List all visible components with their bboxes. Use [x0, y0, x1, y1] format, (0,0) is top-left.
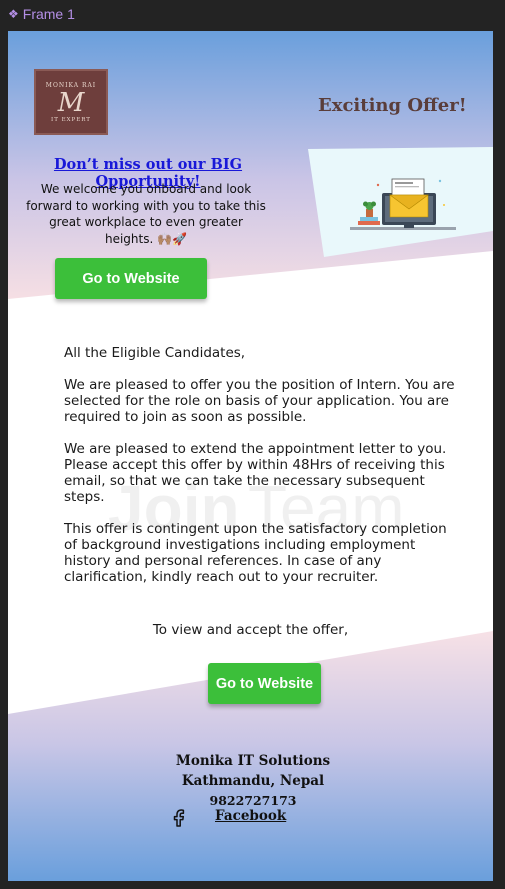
- company-logo: MONIKA RAI M IT EXPERT: [34, 69, 108, 135]
- logo-monogram: M: [57, 87, 85, 118]
- go-to-website-button-top[interactable]: Go to Website: [55, 258, 207, 299]
- email-frame: MONIKA RAI M IT EXPERT Exciting Offer! D…: [8, 31, 493, 881]
- footer-company-name: Monika IT Solutions: [175, 753, 331, 769]
- frame-label[interactable]: ❖ Frame 1: [8, 5, 75, 23]
- salutation: All the Eligible Candidates,: [64, 345, 246, 361]
- facebook-link[interactable]: Facebook: [215, 808, 286, 824]
- letter-paragraph-1: We are pleased to offer you the position…: [64, 377, 455, 425]
- component-diamond-icon: ❖: [8, 7, 19, 21]
- facebook-icon[interactable]: [171, 809, 187, 827]
- headline: Exciting Offer!: [318, 95, 467, 116]
- facebook-row[interactable]: Facebook: [171, 807, 291, 829]
- offer-letter-body: All the Eligible Candidates, We are plea…: [64, 345, 464, 601]
- newsletter-laptop-illustration: [350, 178, 456, 230]
- go-to-website-button-bottom[interactable]: Go to Website: [208, 663, 321, 704]
- footer-contact: Monika IT Solutions Kathmandu, Nepal 982…: [148, 751, 358, 811]
- logo-bottom-text: IT EXPERT: [51, 116, 91, 123]
- letter-paragraph-3: This offer is contingent upon the satisf…: [64, 521, 447, 585]
- footer-city: Kathmandu, Nepal: [181, 773, 325, 789]
- letter-paragraph-2: We are pleased to extend the appointment…: [64, 441, 447, 505]
- welcome-text: We welcome you onboard and look forward …: [26, 182, 266, 246]
- frame-label-text: Frame 1: [22, 6, 75, 22]
- view-offer-text: To view and accept the offer,: [152, 622, 349, 638]
